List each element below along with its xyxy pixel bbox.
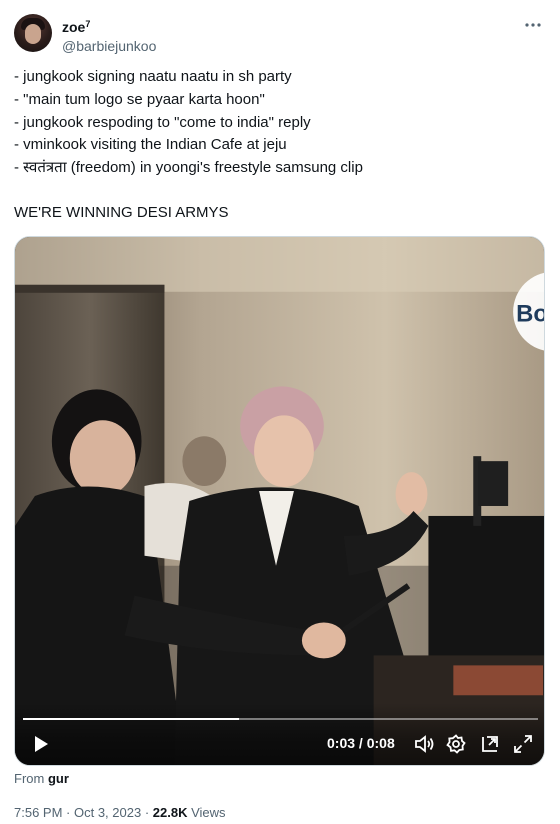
avatar[interactable] [14, 14, 52, 52]
media-source: From gur [14, 771, 69, 786]
video-time: 0:03 / 0:08 [327, 735, 395, 751]
tweet-closing: WE'RE WINNING DESI ARMYS [14, 203, 229, 221]
time-separator: / [355, 735, 367, 751]
user-info[interactable]: zoe7 @barbiejunkoo [62, 16, 156, 55]
tweet-line: - vminkook visiting the Indian Cafe at j… [14, 136, 287, 154]
views-count: 22.8K [152, 805, 188, 820]
tweet-header: zoe7 @barbiejunkoo [14, 14, 546, 56]
more-icon[interactable] [524, 16, 542, 39]
meta-dot: · [141, 805, 153, 820]
control-row: 0:03 / 0:08 [15, 731, 544, 757]
display-name-text[interactable]: zoe [62, 19, 85, 35]
current-time: 0:03 [327, 735, 356, 751]
tweet-date[interactable]: Oct 3, 2023 [74, 805, 141, 820]
video-watermark: Bo [516, 301, 544, 328]
volume-icon[interactable] [413, 733, 435, 755]
name-badge: 7 [85, 19, 91, 29]
tweet-line: - "main tum logo se pyaar karta hoon" [14, 90, 265, 108]
video-player[interactable]: Bo 0:03 / 0:08 [14, 236, 545, 766]
picture-in-picture-icon[interactable] [479, 733, 501, 755]
progress-bar[interactable] [23, 718, 538, 720]
source-name[interactable]: gur [48, 771, 69, 786]
tweet-line: - jungkook signing naatu naatu in sh par… [14, 68, 292, 85]
tweet-line: - स्वतंत्रता (freedom) in yoongi's frees… [14, 159, 363, 177]
user-handle[interactable]: @barbiejunkoo [62, 37, 156, 55]
duration: 0:08 [366, 735, 395, 751]
avatar-face [25, 24, 41, 44]
display-name[interactable]: zoe7 [62, 16, 156, 36]
settings-icon[interactable] [445, 733, 467, 755]
fullscreen-icon[interactable] [512, 733, 534, 755]
video-controls: 0:03 / 0:08 [15, 703, 544, 765]
views-label: Views [187, 805, 226, 820]
play-icon[interactable] [29, 733, 51, 755]
video-frame: Bo [15, 237, 544, 765]
meta-dot: · [62, 805, 74, 820]
tweet-line: - jungkook respoding to "come to india" … [14, 113, 311, 131]
progress-fill [23, 718, 240, 720]
tweet-text: - jungkook signing naatu naatu in sh par… [14, 66, 546, 225]
tweet-meta: 7:56 PM · Oct 3, 2023 · 22.8K Views [14, 805, 226, 820]
source-prefix: From [14, 771, 48, 786]
tweet-time[interactable]: 7:56 PM [14, 805, 62, 820]
